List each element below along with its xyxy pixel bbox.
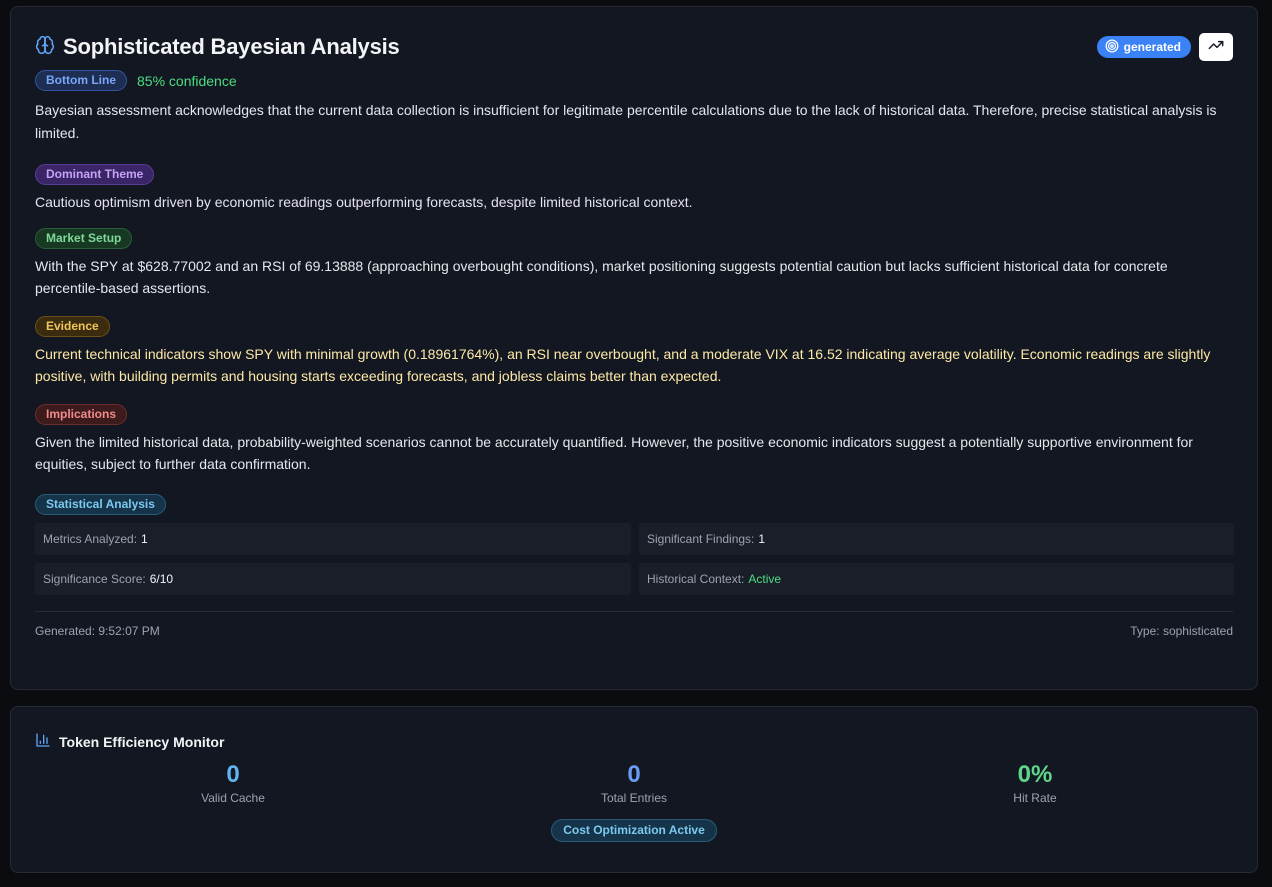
target-icon [1105,39,1119,56]
page-title: Sophisticated Bayesian Analysis [63,34,400,59]
dominant-theme-text: Cautious optimism driven by economic rea… [35,194,693,210]
stat-significant-findings: Significant Findings: 1 [639,522,1234,555]
statistical-badge: Statistical Analysis [35,493,166,515]
statistical-section: Statistical Analysis Metrics Analyzed: 1… [35,493,1234,595]
analysis-card: Sophisticated Bayesian Analysis generate… [10,6,1258,690]
trend-button[interactable] [1199,33,1233,61]
market-setup-badge: Market Setup [35,227,133,249]
metric-valid-cache: 0 Valid Cache [35,761,431,805]
status-badge-label: generated [1123,40,1181,54]
implications-badge: Implications [35,403,128,425]
market-setup-section: Market Setup With the SPY at $628.77002 … [35,227,1233,300]
metric-label: Total Entries [600,791,668,805]
metric-label: Valid Cache [201,791,265,805]
analysis-footer: Generated: 9:52:07 PM Type: sophisticate… [35,610,1233,651]
dominant-theme-badge: Dominant Theme [35,164,155,185]
stat-metrics-analyzed: Metrics Analyzed: 1 [35,522,631,555]
metric-value: 0 [627,761,641,788]
metric-total-entries: 0 Total Entries [431,761,837,805]
stat-label: Significant Findings: [647,531,755,546]
token-monitor-card: Token Efficiency Monitor 0 Valid Cache 0… [10,706,1258,873]
stat-label: Significance Score: [43,571,146,586]
stat-value: 6/10 [149,571,174,586]
bottom-line-text: Bayesian assessment acknowledges that th… [35,102,1217,141]
dominant-theme-section: Dominant Theme Cautious optimism driven … [35,164,1233,214]
token-metrics: 0 Valid Cache 0 Total Entries 0% Hit Rat… [35,761,1233,805]
bottom-line-badge: Bottom Line [35,70,127,91]
evidence-section: Evidence Current technical indicators sh… [35,315,1233,388]
analysis-header: Sophisticated Bayesian Analysis generate… [35,33,1233,61]
brain-icon [35,35,55,60]
token-monitor-header: Token Efficiency Monitor [35,732,1233,753]
stat-value: 1 [758,531,766,546]
evidence-text: Current technical indicators show SPY wi… [35,345,1211,385]
stat-value: 1 [141,531,148,546]
metric-hit-rate: 0% Hit Rate [837,761,1233,805]
metric-value: 0% [1017,761,1053,788]
bottom-line-row: Bottom Line 85% confidence [35,70,1233,91]
trending-up-icon [1208,37,1224,58]
stat-label: Metrics Analyzed: [43,531,138,546]
evidence-badge: Evidence [35,315,110,337]
generated-timestamp: Generated: 9:52:07 PM [35,624,160,638]
analysis-type: Type: sophisticated [1130,624,1233,638]
stats-grid: Metrics Analyzed: 1 Significant Findings… [35,522,1234,595]
stat-historical-context: Historical Context: Active [639,562,1234,595]
implications-text: Given the limited historical data, proba… [35,433,1193,473]
stat-label: Historical Context: [647,571,745,586]
stat-significance-score: Significance Score: 6/10 [35,562,631,595]
implications-section: Implications Given the limited historica… [35,403,1233,476]
status-badge: generated [1096,36,1191,58]
market-setup-text: With the SPY at $628.77002 and an RSI of… [35,257,1168,297]
confidence-label: 85% confidence [137,72,237,89]
metric-value: 0 [226,761,240,788]
bar-chart-icon [35,732,51,753]
cost-optimization-badge: Cost Optimization Active [551,819,717,842]
metric-label: Hit Rate [1013,791,1057,805]
stat-value: Active [748,571,782,586]
token-monitor-title: Token Efficiency Monitor [59,734,225,750]
